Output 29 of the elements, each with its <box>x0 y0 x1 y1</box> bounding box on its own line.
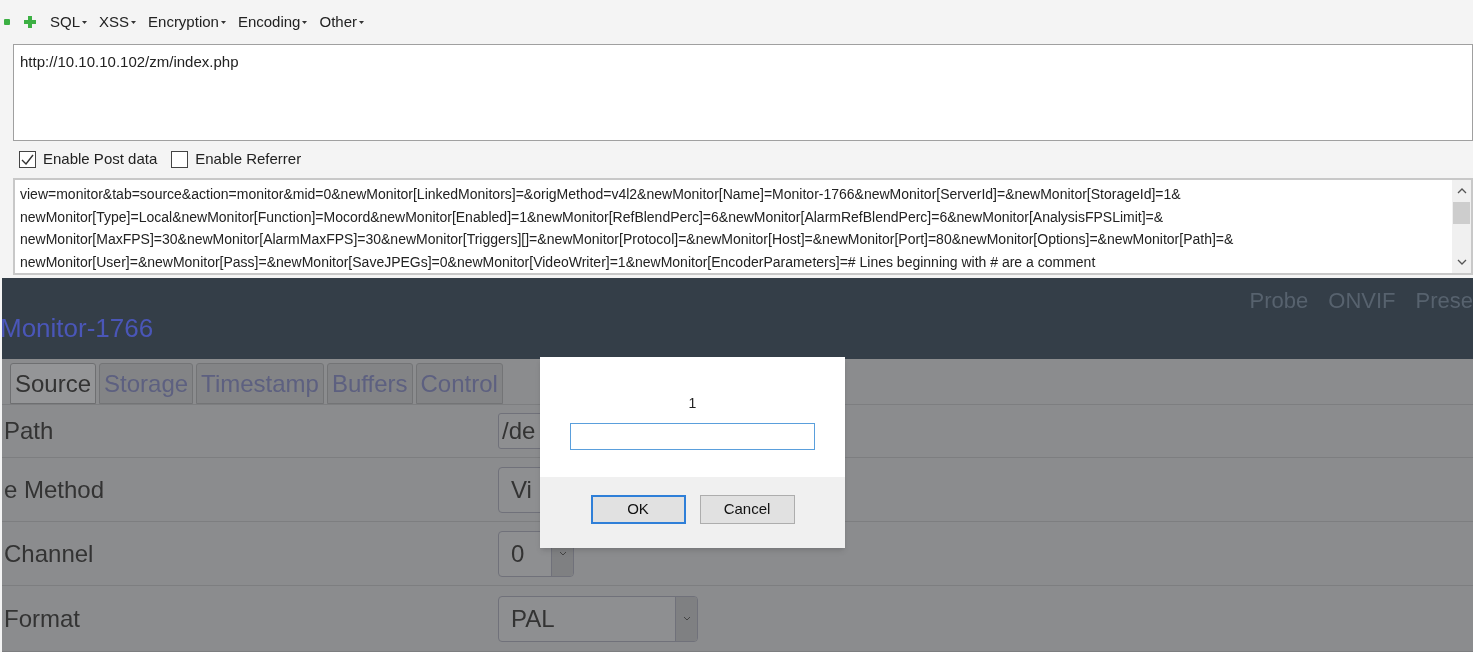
menu-button[interactable]: Encoding <box>237 10 308 34</box>
prompt-input[interactable] <box>570 423 815 450</box>
dropdown[interactable]: PAL <box>498 595 698 642</box>
field-label: Format <box>3 603 81 634</box>
status-icon <box>4 19 10 25</box>
caret-icon <box>675 596 697 641</box>
caret-icon <box>359 20 364 24</box>
field-label: e Method <box>3 474 106 505</box>
dialog-message: 1 <box>688 394 697 413</box>
checkbox-label[interactable]: Enable Post data <box>43 148 158 171</box>
menu-button[interactable]: XSS <box>99 10 137 34</box>
caret-icon <box>220 20 226 24</box>
menu-button[interactable]: SQL <box>50 10 87 34</box>
url-field[interactable]: http://10.10.10.102/zm/index.php <box>13 44 1473 141</box>
checkbox[interactable] <box>171 151 189 168</box>
field-label: Path <box>3 416 55 446</box>
checkbox[interactable] <box>19 151 36 168</box>
page-title: Monitor-1766 <box>0 312 154 345</box>
caret-icon <box>82 20 87 24</box>
checkbox-label[interactable]: Enable Referrer <box>195 148 302 171</box>
dialog-button[interactable]: OK <box>590 495 686 524</box>
tab[interactable]: Source <box>10 363 97 404</box>
caret-icon <box>131 20 137 24</box>
dialog-button[interactable]: Cancel <box>699 495 795 524</box>
caret-icon <box>302 20 308 24</box>
menu-button[interactable]: Other <box>319 10 364 34</box>
add-icon[interactable] <box>24 16 36 28</box>
field-label: Channel <box>3 538 95 569</box>
menu-button[interactable]: Encryption <box>148 10 226 34</box>
